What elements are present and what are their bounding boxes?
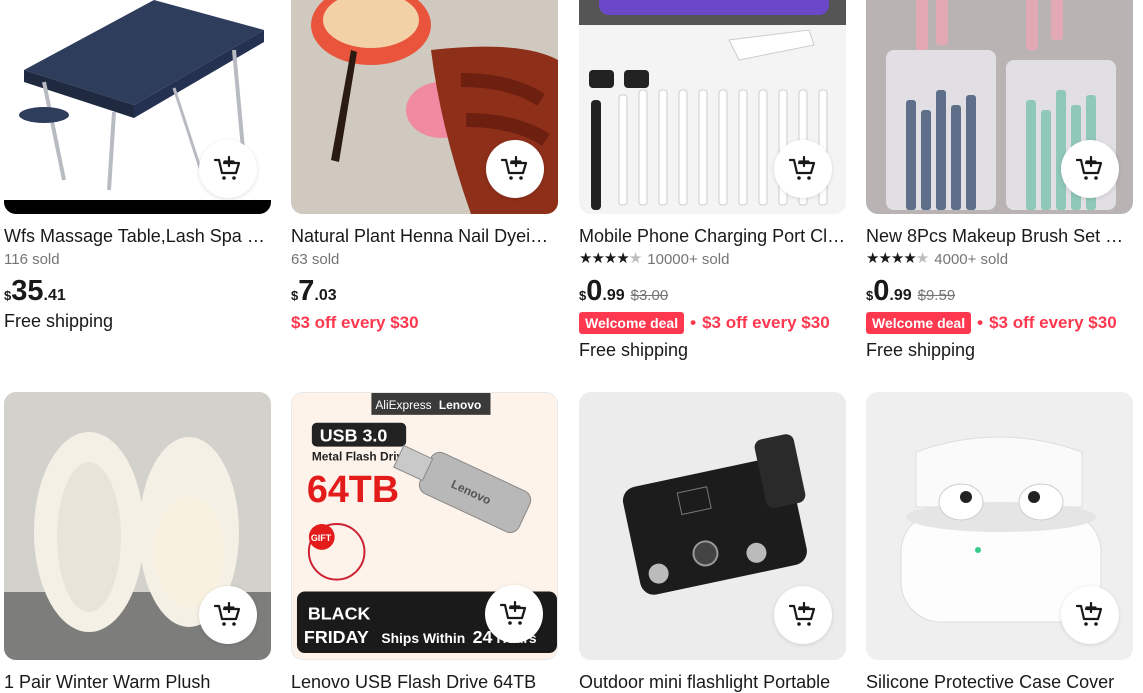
product-card[interactable]: 1 Pair Winter Warm Plush <box>4 392 271 693</box>
star-half-icon: ★ <box>915 250 929 267</box>
add-to-cart-icon <box>213 155 241 180</box>
promo-text: $3 off every $30 <box>291 313 419 332</box>
svg-text:BLACK: BLACK <box>308 603 371 623</box>
product-image[interactable]: AliExpress Lenovo USB 3.0 Metal Flash Dr… <box>291 392 558 660</box>
star-rating: ★ ★ ★ ★ ★ <box>579 250 642 267</box>
star-rating: ★ ★ ★ ★ ★ <box>866 250 929 267</box>
add-to-cart-button[interactable] <box>485 585 543 643</box>
add-to-cart-button[interactable] <box>1061 140 1119 198</box>
add-to-cart-icon <box>499 600 527 625</box>
star-icon: ★ <box>603 250 617 267</box>
welcome-deal-badge: Welcome deal <box>866 312 972 334</box>
product-image[interactable] <box>866 0 1133 214</box>
add-to-cart-icon <box>1075 155 1103 180</box>
star-icon: ★ <box>866 250 879 267</box>
add-to-cart-button[interactable] <box>199 586 257 644</box>
product-image[interactable] <box>866 392 1133 660</box>
svg-text:FRIDAY: FRIDAY <box>304 627 369 647</box>
product-card[interactable]: Wfs Massage Table,Lash Spa Bed 116 sold … <box>4 0 271 332</box>
star-icon: ★ <box>903 250 916 267</box>
add-to-cart-icon <box>213 601 241 626</box>
promo-text: $3 off every $30 <box>702 313 830 332</box>
add-to-cart-icon <box>788 601 816 626</box>
svg-text:USB 3.0: USB 3.0 <box>320 426 388 446</box>
product-image[interactable] <box>4 0 271 214</box>
star-icon: ★ <box>579 250 592 267</box>
original-price: $3.00 <box>630 287 669 304</box>
welcome-deal-badge: Welcome deal <box>579 312 685 334</box>
product-card[interactable]: Outdoor mini flashlight Portable <box>579 392 846 693</box>
product-card[interactable]: New 8Pcs Makeup Brush Set Soft ★ ★ ★ ★ ★ 400… <box>866 0 1133 361</box>
star-icon: ★ <box>878 250 891 267</box>
star-half-icon: ★ <box>628 250 642 267</box>
product-title[interactable]: Silicone Protective Case Cover <box>866 671 1133 693</box>
add-to-cart-button[interactable] <box>486 140 544 198</box>
promo-line: Welcome deal • $3 off every $30 <box>866 310 1133 336</box>
rating-and-sold: ★ ★ ★ ★ ★ 4000+ sold <box>866 249 1133 269</box>
product-image[interactable] <box>291 0 558 214</box>
product-card[interactable]: Mobile Phone Charging Port Cleaning Kit … <box>579 0 846 361</box>
product-title[interactable]: New 8Pcs Makeup Brush Set Soft <box>866 225 1133 247</box>
original-price: $9.59 <box>917 287 956 304</box>
price: $ 35 .41 <box>4 275 66 307</box>
product-image[interactable] <box>579 0 846 214</box>
product-title[interactable]: Natural Plant Henna Nail Dyeing Paste <box>291 225 558 247</box>
product-card[interactable]: Natural Plant Henna Nail Dyeing Paste 63… <box>291 0 558 336</box>
sold-count: 10000+ sold <box>647 250 730 268</box>
svg-text:Ships Within: Ships Within <box>381 630 465 646</box>
product-title[interactable]: Outdoor mini flashlight Portable <box>579 671 846 693</box>
star-icon: ★ <box>616 250 629 267</box>
product-card[interactable]: Silicone Protective Case Cover <box>866 392 1133 693</box>
svg-text:GIFT: GIFT <box>311 533 332 543</box>
add-to-cart-icon <box>500 155 528 180</box>
product-image[interactable] <box>579 392 846 660</box>
shipping-label: Free shipping <box>4 311 114 331</box>
product-title[interactable]: Mobile Phone Charging Port Cleaning Kit <box>579 225 846 247</box>
price: $ 0 .99 $3.00 <box>579 275 669 307</box>
shipping-label: Free shipping <box>866 340 976 360</box>
add-to-cart-button[interactable] <box>1061 586 1119 644</box>
sold-count: 63 sold <box>291 250 340 268</box>
rating-and-sold: ★ ★ ★ ★ ★ 10000+ sold <box>579 249 846 269</box>
add-to-cart-icon <box>1075 601 1103 626</box>
star-icon: ★ <box>890 250 904 267</box>
add-to-cart-button[interactable] <box>774 140 832 198</box>
svg-text:Metal Flash Drive: Metal Flash Drive <box>312 449 410 463</box>
product-image[interactable] <box>4 392 271 660</box>
svg-text:Lenovo: Lenovo <box>439 398 481 412</box>
product-title[interactable]: 1 Pair Winter Warm Plush <box>4 671 271 693</box>
shipping-label: Free shipping <box>579 340 689 360</box>
svg-text:AliExpress: AliExpress <box>375 398 431 412</box>
sold-count: 4000+ sold <box>934 250 1009 268</box>
price: $ 0 .99 $9.59 <box>866 275 956 307</box>
add-to-cart-icon <box>788 155 816 180</box>
product-title[interactable]: Lenovo USB Flash Drive 64TB <box>291 671 558 693</box>
svg-text:64TB: 64TB <box>307 468 399 510</box>
add-to-cart-button[interactable] <box>199 140 257 198</box>
sold-count: 116 sold <box>4 250 60 268</box>
star-icon: ★ <box>591 250 604 267</box>
product-title[interactable]: Wfs Massage Table,Lash Spa Bed <box>4 225 271 247</box>
promo-text: $3 off every $30 <box>989 313 1117 332</box>
product-card[interactable]: AliExpress Lenovo USB 3.0 Metal Flash Dr… <box>291 392 558 693</box>
add-to-cart-button[interactable] <box>774 586 832 644</box>
price: $ 7 .03 <box>291 275 337 307</box>
promo-line: Welcome deal • $3 off every $30 <box>579 310 846 336</box>
